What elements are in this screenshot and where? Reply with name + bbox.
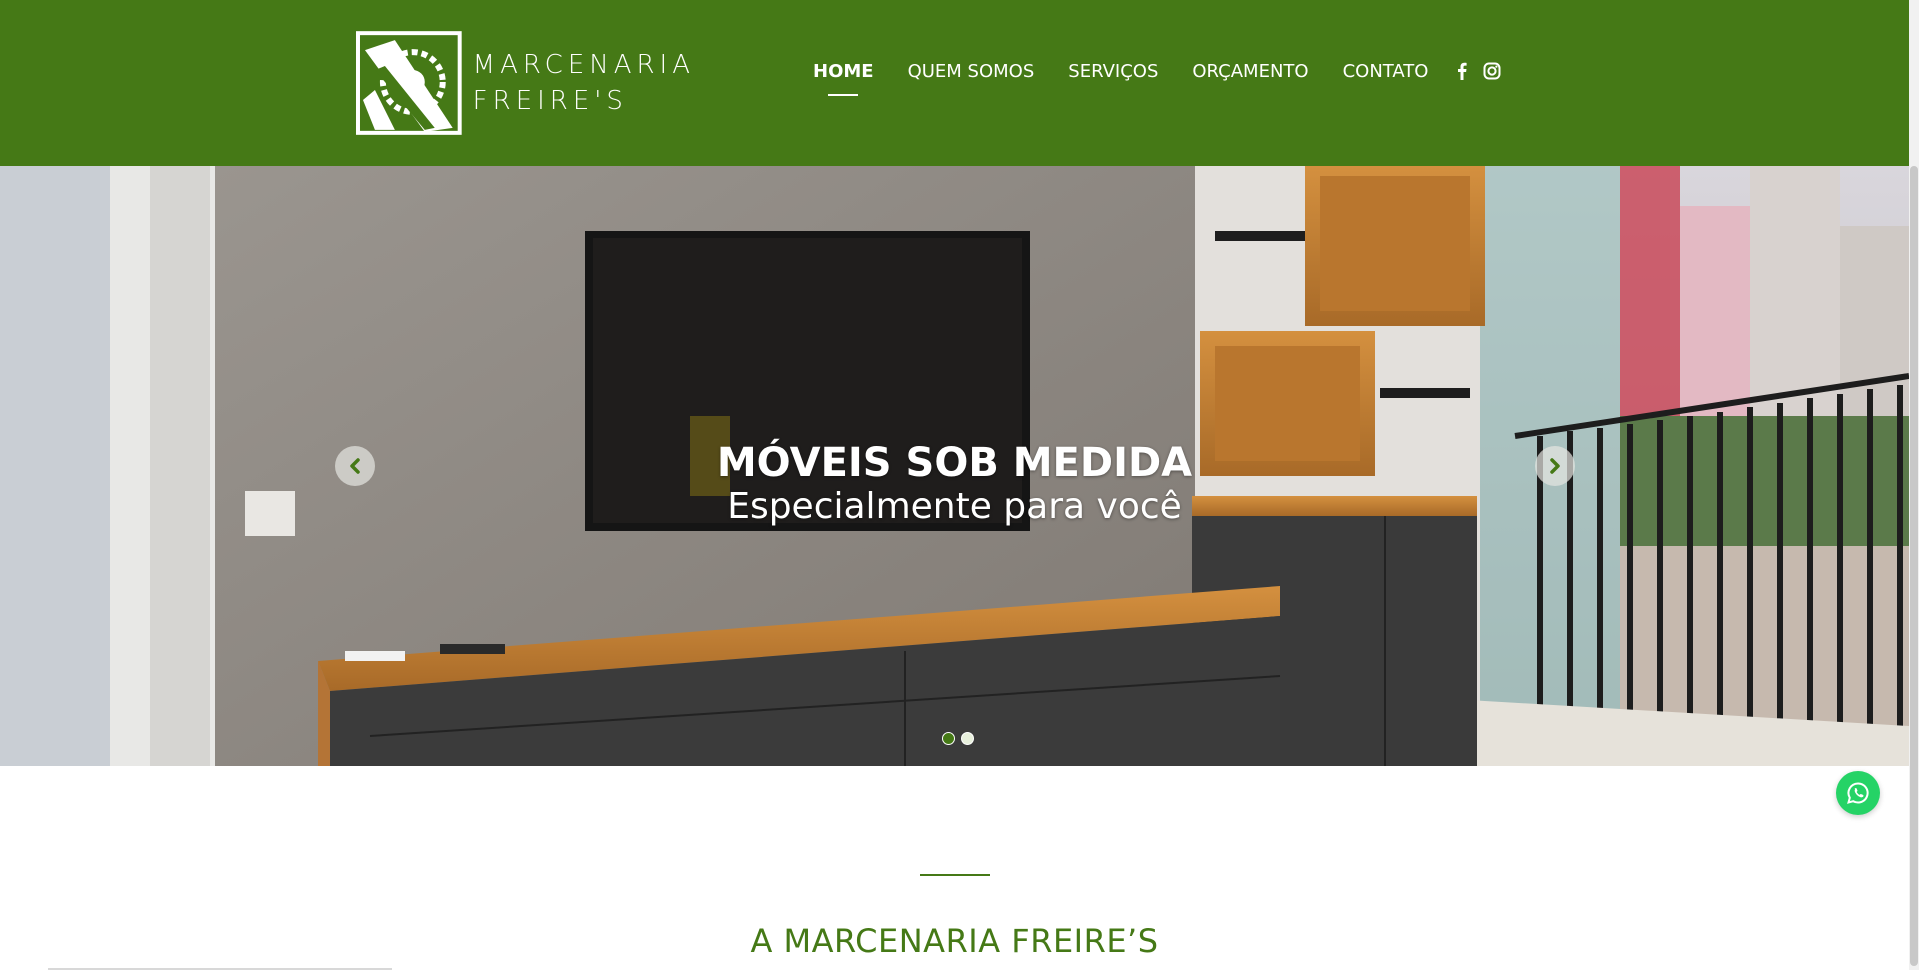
nav-servicos[interactable]: SERVIÇOS [1068, 61, 1158, 82]
nav-quem-somos[interactable]: QUEM SOMOS [908, 61, 1035, 82]
nav-home[interactable]: HOME [813, 61, 874, 96]
saw-logo-icon [355, 31, 462, 135]
facebook-icon[interactable] [1452, 61, 1472, 81]
about-title: A MARCENARIA FREIRE’S [750, 922, 1159, 960]
chevron-left-icon [350, 458, 360, 474]
scrollbar-thumb[interactable] [1910, 166, 1918, 966]
slider-prev-button[interactable] [335, 446, 375, 486]
brand-line-1: MARCENARIA [472, 50, 695, 80]
chevron-right-icon [1550, 458, 1560, 474]
brand-logo[interactable]: MARCENARIA FREIRE'S [355, 30, 695, 136]
section-divider [920, 874, 990, 876]
hero-subtitle: Especialmente para você [727, 486, 1182, 527]
page-scrollbar[interactable] [1909, 0, 1919, 970]
instagram-icon[interactable] [1482, 61, 1502, 81]
brand-line-2: FREIRE'S [472, 86, 628, 116]
brand-name: MARCENARIA FREIRE'S [473, 47, 695, 119]
hero-slider: MÓVEIS SOB MEDIDA Especialmente para voc… [0, 166, 1909, 766]
site-header: MARCENARIA FREIRE'S HOME QUEM SOMOS SERV… [0, 0, 1909, 166]
hero-title: MÓVEIS SOB MEDIDA [716, 440, 1193, 486]
social-links [1447, 61, 1507, 81]
whatsapp-button[interactable] [1836, 771, 1880, 815]
slider-dot-2[interactable] [961, 732, 974, 745]
nav-orcamento[interactable]: ORÇAMENTO [1192, 61, 1308, 82]
main-nav: HOME QUEM SOMOS SERVIÇOS ORÇAMENTO CONTA… [796, 56, 1507, 96]
slider-dot-1[interactable] [942, 732, 955, 745]
slider-next-button[interactable] [1535, 446, 1575, 486]
slider-indicators [939, 732, 977, 745]
whatsapp-icon [1847, 782, 1869, 804]
hero-caption: MÓVEIS SOB MEDIDA Especialmente para voc… [0, 440, 1909, 528]
nav-contato[interactable]: CONTATO [1343, 61, 1429, 82]
